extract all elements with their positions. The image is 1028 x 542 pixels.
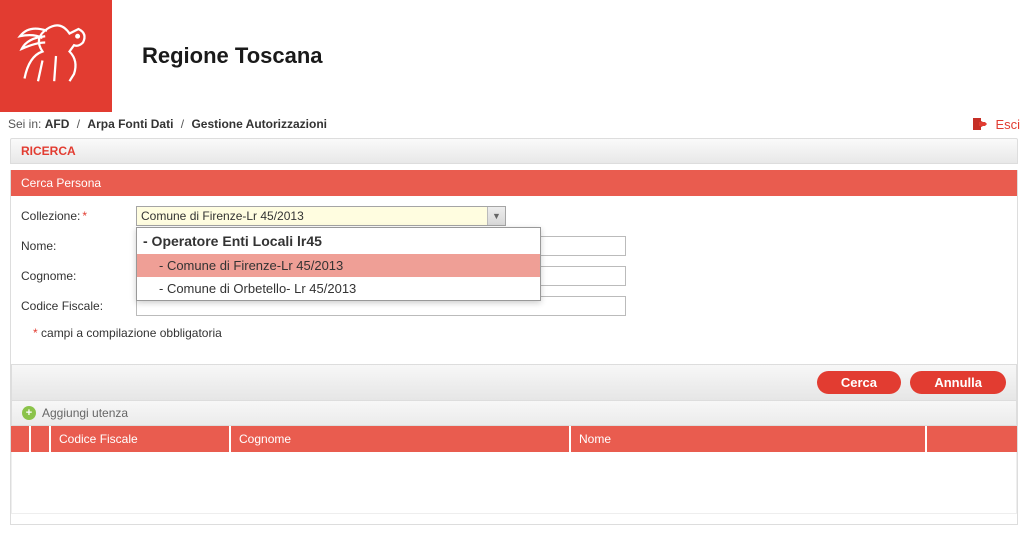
app-header: Regione Toscana (0, 0, 1028, 112)
logout-link[interactable]: Esci (973, 116, 1020, 132)
breadcrumb-item[interactable]: Arpa Fonti Dati (87, 117, 173, 131)
table-header: Codice Fiscale Cognome Nome (11, 426, 1017, 452)
action-bar: Cerca Annulla (11, 364, 1017, 401)
table-body (11, 452, 1017, 514)
cognome-label: Cognome: (21, 269, 136, 283)
cancel-button[interactable]: Annulla (910, 371, 1006, 394)
search-button[interactable]: Cerca (817, 371, 901, 394)
search-heading: RICERCA (10, 138, 1018, 164)
plus-icon: + (22, 406, 36, 420)
required-hint: * campi a compilazione obbligatoria (21, 326, 1007, 340)
breadcrumb-prefix: Sei in: (8, 117, 41, 131)
breadcrumb: Sei in: AFD / Arpa Fonti Dati / Gestione… (8, 117, 327, 131)
table-col-blank (927, 426, 1017, 452)
pegasus-icon (11, 11, 101, 101)
dropdown-option[interactable]: - Comune di Orbetello- Lr 45/2013 (137, 277, 540, 300)
table-col-blank (11, 426, 31, 452)
panel-title: Cerca Persona (11, 170, 1017, 196)
dropdown-option[interactable]: - Comune di Firenze-Lr 45/2013 (137, 254, 540, 277)
topbar: Sei in: AFD / Arpa Fonti Dati / Gestione… (0, 112, 1028, 138)
logo (0, 0, 112, 112)
breadcrumb-item[interactable]: AFD (45, 117, 70, 131)
chevron-down-icon: ▼ (487, 207, 505, 225)
table-col-nome: Nome (571, 426, 927, 452)
codice-fiscale-label: Codice Fiscale: (21, 299, 136, 313)
dropdown-group-header: - Operatore Enti Locali lr45 (137, 228, 540, 254)
nome-label: Nome: (21, 239, 136, 253)
add-user-link[interactable]: + Aggiungi utenza (11, 401, 1017, 426)
logout-icon (973, 116, 989, 132)
search-panel: Cerca Persona Collezione:* Comune di Fir… (10, 170, 1018, 525)
collezione-select[interactable]: Comune di Firenze-Lr 45/2013 ▼ (136, 206, 506, 226)
collezione-dropdown: - Operatore Enti Locali lr45 - Comune di… (136, 227, 541, 301)
logout-label: Esci (995, 117, 1020, 132)
add-user-label: Aggiungi utenza (42, 406, 128, 420)
collezione-label: Collezione:* (21, 209, 136, 223)
breadcrumb-item[interactable]: Gestione Autorizzazioni (191, 117, 327, 131)
table-col-cognome: Cognome (231, 426, 571, 452)
table-col-cf: Codice Fiscale (51, 426, 231, 452)
table-col-blank (31, 426, 51, 452)
page-title: Regione Toscana (142, 43, 323, 69)
